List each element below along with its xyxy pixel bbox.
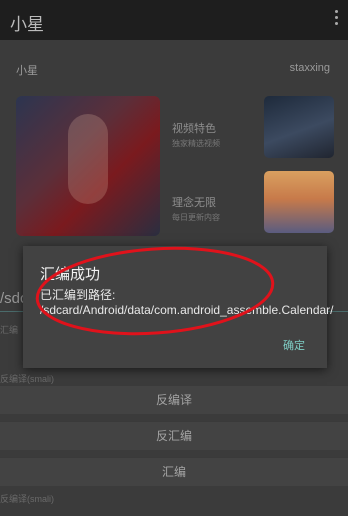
disassemble-button[interactable]: 反汇编 — [0, 421, 348, 450]
section-label: 反编译(smali) — [0, 374, 54, 384]
feature-item-2: 理念无限 每日更新内容 — [172, 194, 220, 223]
featured-image[interactable] — [16, 96, 160, 236]
dialog-message: 已汇编到路径: /sdcard/Android/data/com.android… — [40, 288, 334, 317]
section-label: 反编译(smali) — [0, 494, 54, 504]
decompile-button[interactable]: 反编译 — [0, 385, 348, 414]
profile-name-left: 小星 — [16, 65, 38, 77]
overflow-menu-icon[interactable] — [334, 10, 340, 30]
profile-name-right: staxxing — [289, 62, 330, 74]
assemble-button[interactable]: 汇编 — [0, 457, 348, 486]
feature-subtitle: 独家精选视频 — [172, 139, 220, 148]
feature-subtitle: 每日更新内容 — [172, 213, 220, 222]
feature-title: 理念无限 — [172, 197, 216, 209]
dialog-title: 汇编成功 — [40, 266, 101, 283]
ok-button[interactable]: 确定 — [283, 337, 305, 353]
thumbnail-image-2[interactable] — [264, 171, 334, 233]
feature-title: 视频特色 — [172, 123, 216, 135]
app-bar: 小星 — [0, 0, 348, 40]
thumbnail-image-1[interactable] — [264, 96, 334, 158]
success-dialog: 汇编成功 已汇编到路径: /sdcard/Android/data/com.an… — [23, 246, 334, 368]
section-label: 汇编 — [0, 325, 19, 335]
feature-item-1: 视频特色 独家精选视频 — [172, 120, 220, 149]
app-title: 小星 — [10, 15, 44, 34]
